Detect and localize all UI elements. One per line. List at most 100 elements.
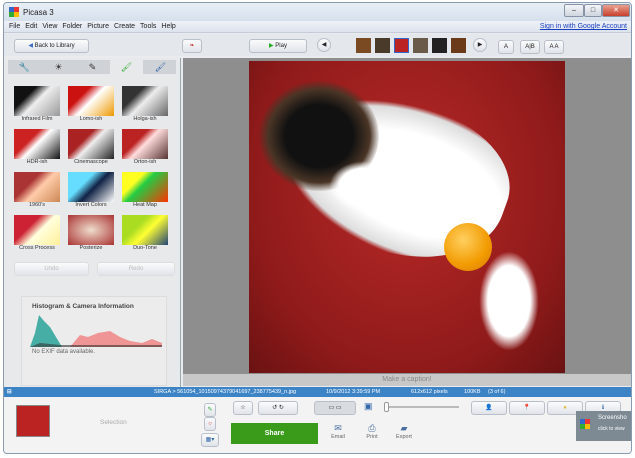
zoom-icon: ▣	[364, 401, 373, 411]
effect-label: Cinemascope	[74, 159, 108, 165]
menu-create[interactable]: Create	[114, 21, 135, 33]
status-dimensions: 612x612 pixels	[411, 389, 448, 395]
main-photo	[249, 61, 565, 373]
effect-label: Heat Map	[133, 202, 157, 208]
zoom-slider-handle[interactable]	[384, 402, 389, 412]
effect-preview	[122, 215, 168, 245]
selection-thumbnail[interactable]	[16, 405, 50, 437]
maximize-button[interactable]: □	[584, 4, 602, 17]
effect-preview	[14, 129, 60, 159]
star-button[interactable]: ☆	[233, 401, 253, 415]
tab-extra-effects[interactable]: 🖌	[144, 60, 177, 74]
bottom-tray: Selection ✎ ○ ▦▾ ☆ ↺ ↻ ▭ ▭ ▣ 👤 📍 ● ℹ Sha…	[4, 397, 631, 453]
close-button[interactable]: ✕	[602, 4, 630, 17]
effect-label: Invert Colors	[75, 202, 107, 208]
filmstrip-thumb[interactable]	[451, 38, 466, 53]
effect-lomo-ish[interactable]: Lomo-ish	[66, 84, 116, 126]
redo-button[interactable]: Redo	[97, 262, 175, 276]
album-dropdown-icon[interactable]: ▦▾	[201, 433, 219, 447]
effect-heat-map[interactable]: Heat Map	[120, 170, 170, 212]
back-to-library-button[interactable]: ◀ Back to Library	[14, 39, 89, 53]
notification-title: Screensho	[598, 415, 627, 421]
menu-edit[interactable]: Edit	[25, 21, 37, 33]
filmstrip-thumb[interactable]	[375, 38, 390, 53]
layout-single-button[interactable]: A	[498, 40, 514, 54]
email-button[interactable]: ✉ Email	[326, 423, 350, 440]
histogram-chart	[30, 315, 162, 347]
selection-label: Selection	[100, 419, 127, 426]
effect-cinemascope[interactable]: Cinemascope	[66, 127, 116, 169]
tag-effects-icon[interactable]: ❧	[182, 39, 202, 53]
toolbar: ◀ Back to Library ❧ ▶ Play ◀ ▶ A A|B A A	[4, 34, 631, 56]
effect-invert-colors[interactable]: Invert Colors	[66, 170, 116, 212]
effect-hdr-ish[interactable]: HDR-ish	[12, 127, 62, 169]
status-size: 100KB	[464, 389, 481, 395]
tab-tuning[interactable]: ☀	[42, 60, 75, 74]
caption-input[interactable]: Make a caption!	[183, 374, 631, 386]
export-folder-icon: ▰	[400, 423, 408, 433]
menu-picture[interactable]: Picture	[87, 21, 109, 33]
undo-button[interactable]: Undo	[14, 262, 89, 276]
back-label: Back to Library	[34, 43, 75, 49]
rotate-buttons[interactable]: ↺ ↻	[258, 401, 298, 415]
filmstrip-thumb[interactable]	[356, 38, 371, 53]
play-button[interactable]: ▶ Play	[249, 39, 307, 53]
effect-1960-s[interactable]: 1960's	[12, 170, 62, 212]
status-date: 10/9/2012 3:39:59 PM	[326, 389, 381, 395]
print-button[interactable]: ⎙ Print	[360, 423, 384, 440]
previous-photo-button[interactable]: ◀	[317, 38, 331, 52]
effect-label: Cross Process	[19, 245, 55, 251]
share-button[interactable]: Share	[231, 423, 318, 444]
print-icon: ⎙	[368, 423, 376, 433]
minimize-button[interactable]: ‒	[564, 4, 584, 17]
menu-file[interactable]: File	[9, 21, 20, 33]
layout-dual-button[interactable]: A A	[544, 40, 564, 54]
screenshot-notification[interactable]: Screensho click to view	[576, 411, 631, 441]
effect-preview	[68, 129, 114, 159]
collapse-icon[interactable]: ⊟	[7, 387, 12, 397]
effect-preview	[14, 215, 60, 245]
layout-compare-button[interactable]: A|B	[520, 40, 540, 54]
effect-preview	[68, 86, 114, 116]
view-size-buttons[interactable]: ▭ ▭	[314, 401, 356, 415]
export-button[interactable]: ▰ Export	[392, 423, 416, 440]
picasa-logo-icon	[9, 7, 19, 17]
clear-selection-icon[interactable]: ○	[204, 417, 216, 431]
effect-preview	[14, 172, 60, 202]
menu-folder[interactable]: Folder	[62, 21, 82, 33]
sign-in-link[interactable]: Sign in with Google Account	[540, 21, 627, 33]
effect-orton-ish[interactable]: Orton-ish	[120, 127, 170, 169]
next-photo-button[interactable]: ▶	[473, 38, 487, 52]
status-path: SIRGA > 561054_10150974379041697_2387754…	[154, 389, 297, 395]
effect-label: 1960's	[28, 202, 46, 208]
people-button[interactable]: 👤	[471, 401, 507, 415]
effect-holga-ish[interactable]: Holga-ish	[120, 84, 170, 126]
effect-preview	[122, 172, 168, 202]
tab-more-effects[interactable]: 🖌	[110, 60, 143, 74]
filmstrip-thumb[interactable]	[413, 38, 428, 53]
menu-bar: File Edit View Folder Picture Create Tools Help…	[4, 21, 631, 33]
effect-label: Holga-ish	[133, 116, 157, 122]
effect-preview	[68, 172, 114, 202]
email-label: Email	[331, 434, 345, 440]
tab-basic-fixes[interactable]: 🔧	[8, 60, 41, 74]
location-pin-button[interactable]: 📍	[509, 401, 545, 415]
status-bar: ⊟ SIRGA > 561054_10150974379041697_23877…	[4, 387, 631, 397]
filmstrip-thumb[interactable]	[432, 38, 447, 53]
exif-note: No EXIF data available.	[32, 349, 96, 355]
effect-cross-process[interactable]: Cross Process	[12, 213, 62, 255]
photo-viewer	[183, 58, 631, 374]
menu-help[interactable]: Help	[161, 21, 175, 33]
effect-posterize[interactable]: Posterize	[66, 213, 116, 255]
picasa-window: Picasa 3 ‒ □ ✕ File Edit View Folder Picture…	[3, 2, 632, 454]
hold-pin-icon[interactable]: ✎	[204, 403, 216, 417]
histogram-panel: Histogram & Camera Information No EXIF d…	[21, 296, 167, 386]
zoom-slider[interactable]	[384, 402, 459, 412]
effect-infrared-film[interactable]: Infrared Film	[12, 84, 62, 126]
menu-view[interactable]: View	[42, 21, 57, 33]
effect-label: Duo-Tone	[133, 245, 157, 251]
filmstrip-thumb-selected[interactable]	[394, 38, 409, 53]
effect-duo-tone[interactable]: Duo-Tone	[120, 213, 170, 255]
menu-tools[interactable]: Tools	[140, 21, 156, 33]
tab-effects[interactable]: ✎	[76, 60, 109, 74]
